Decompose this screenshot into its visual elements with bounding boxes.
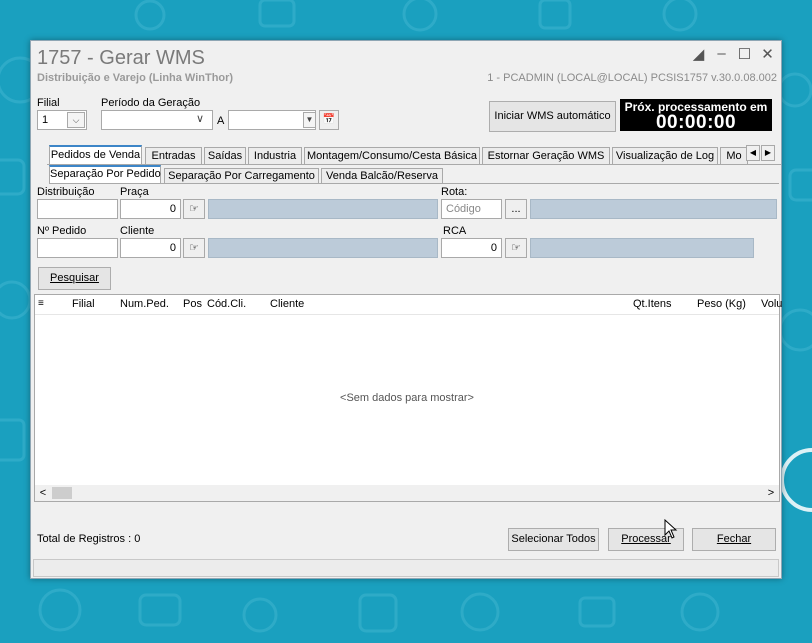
rca-label: RCA [443, 225, 467, 237]
maximize-icon[interactable]: ☐ [737, 45, 752, 63]
tab-pedidos-venda[interactable]: Pedidos de Venda [49, 145, 142, 165]
distribuicao-label: Distribuição [37, 186, 95, 198]
tab-montagem[interactable]: Montagem/Consumo/Cesta Básica [304, 147, 480, 165]
subtab-divider [49, 183, 779, 184]
npedido-label: Nº Pedido [37, 225, 87, 237]
scroll-right-icon[interactable]: > [763, 486, 779, 500]
col-qt-itens[interactable]: Qt.Itens [633, 298, 672, 310]
filial-chevron-down-icon[interactable]: ⌵ [67, 112, 85, 128]
selecionar-todos-button[interactable]: Selecionar Todos [508, 528, 599, 551]
distribuicao-input[interactable] [37, 199, 118, 219]
scroll-thumb[interactable] [52, 487, 72, 499]
col-num-ped[interactable]: Num.Ped. [120, 298, 169, 310]
tab-scroll-left-icon[interactable]: ◀ [746, 145, 760, 161]
filial-label: Filial [37, 97, 60, 109]
subtab-separacao-pedido[interactable]: Separação Por Pedido [49, 165, 161, 184]
a-label: A [217, 115, 225, 127]
grid-header: ≡ Filial Num.Ped. Pos Cód.Cli. Cliente Q… [35, 295, 782, 315]
empty-message: <Sem dados para mostrar> [340, 392, 474, 404]
tab-scroll-right-icon[interactable]: ▶ [761, 145, 775, 161]
title-bar: 1757 - Gerar WMS Distribuição e Varejo (… [31, 41, 781, 87]
iniciar-wms-button[interactable]: Iniciar WMS automático [489, 101, 616, 132]
status-bar [33, 559, 779, 577]
cliente-search-hand-icon[interactable]: ☞ [183, 238, 205, 258]
praca-description [208, 199, 438, 219]
cliente-description [208, 238, 438, 258]
calendar-icon[interactable]: 📅 [319, 110, 339, 130]
col-cliente[interactable]: Cliente [270, 298, 304, 310]
rota-code-input[interactable]: Código [441, 199, 502, 219]
tab-saidas[interactable]: Saídas [204, 147, 246, 165]
subtab-separacao-carregamento[interactable]: Separação Por Carregamento [164, 168, 319, 184]
user-info: 1 - PCADMIN (LOCAL@LOCAL) PCSIS1757 v.30… [487, 72, 777, 84]
countdown-panel: Próx. processamento em 00:00:00 [620, 99, 772, 133]
rca-search-hand-icon[interactable]: ☞ [505, 238, 527, 258]
rota-label: Rota: [441, 186, 468, 198]
main-tabs: Pedidos de Venda Entradas Saídas Industr… [47, 145, 779, 165]
col-volume[interactable]: Volu [761, 298, 782, 310]
npedido-input[interactable] [37, 238, 118, 258]
periodo-to-dropdown-icon[interactable]: ▼ [303, 112, 316, 128]
mouse-cursor-icon [664, 519, 678, 539]
countdown-time: 00:00:00 [655, 112, 737, 133]
window-subtitle: Distribuição e Varejo (Linha WinThor) [37, 72, 234, 84]
wms-window: 1757 - Gerar WMS Distribuição e Varejo (… [30, 40, 782, 579]
praca-label: Praça [120, 186, 149, 198]
cliente-label: Cliente [120, 225, 155, 237]
cliente-input[interactable]: 0 [120, 238, 181, 258]
praca-input[interactable]: 0 [120, 199, 181, 219]
col-pos[interactable]: Pos [183, 298, 202, 310]
col-cod-cli[interactable]: Cód.Cli. [207, 298, 246, 310]
pesquisar-button[interactable]: Pesquisar [38, 267, 111, 290]
scroll-left-icon[interactable]: < [35, 486, 51, 500]
grid-menu-icon[interactable]: ≡ [38, 298, 44, 309]
restore-icon[interactable]: ◢ [691, 45, 706, 63]
periodo-label: Período da Geração [101, 97, 201, 109]
praca-search-hand-icon[interactable]: ☞ [183, 199, 205, 219]
tab-entradas[interactable]: Entradas [145, 147, 202, 165]
tab-industria[interactable]: Industria [248, 147, 302, 165]
horizontal-scrollbar[interactable]: < > [35, 485, 779, 501]
fechar-button[interactable]: Fechar [692, 528, 776, 551]
tab-estornar[interactable]: Estornar Geração WMS [482, 147, 610, 165]
total-registros: Total de Registros : 0 [37, 533, 141, 545]
rca-description [530, 238, 754, 258]
subtab-venda-balcao[interactable]: Venda Balcão/Reserva [321, 168, 443, 184]
periodo-from-chevron-down-icon[interactable]: ∨ [196, 112, 204, 125]
rca-input[interactable]: 0 [441, 238, 502, 258]
tab-more[interactable]: Mo [720, 147, 748, 165]
col-filial[interactable]: Filial [72, 298, 95, 310]
window-controls: ◢ – ☐ ✕ [691, 45, 775, 63]
close-icon[interactable]: ✕ [760, 45, 775, 63]
results-grid: ≡ Filial Num.Ped. Pos Cód.Cli. Cliente Q… [34, 294, 782, 502]
minimize-icon[interactable]: – [714, 45, 729, 63]
tab-visualizacao-log[interactable]: Visualização de Log [612, 147, 718, 165]
window-title: 1757 - Gerar WMS [37, 47, 205, 69]
rota-description [530, 199, 777, 219]
rota-more-button[interactable]: ... [505, 199, 527, 219]
col-peso[interactable]: Peso (Kg) [697, 298, 746, 310]
